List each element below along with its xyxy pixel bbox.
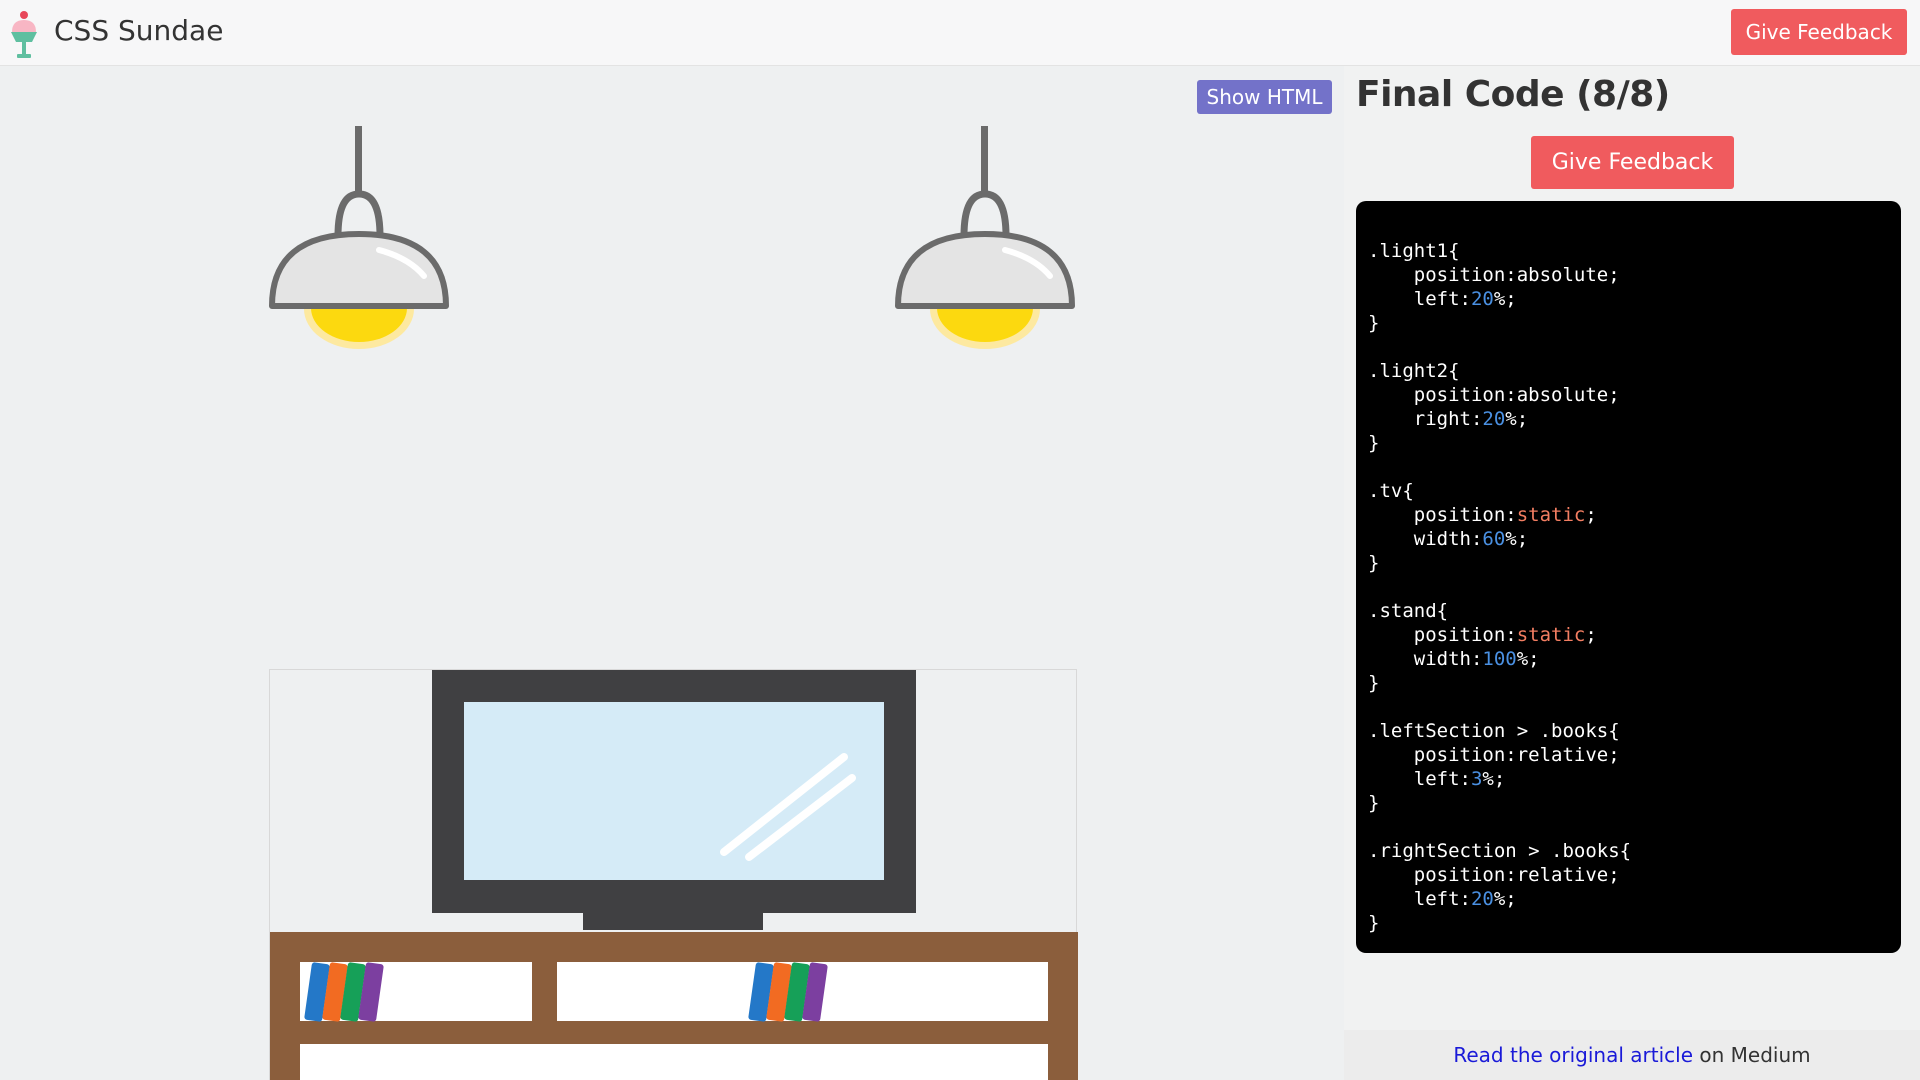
code-property-line: position:relative; <box>1368 864 1620 886</box>
pendant-lamp-left <box>269 126 449 356</box>
code-property-line: position:static; <box>1368 624 1597 646</box>
code-block: .light1{ position:absolute; left:20%;} .l… <box>1356 201 1901 953</box>
code-property-line: left:3%; <box>1368 768 1506 790</box>
code-closing-brace: } <box>1368 792 1380 814</box>
app-title: CSS Sundae <box>54 14 224 47</box>
code-property-line: position:absolute; <box>1368 264 1620 286</box>
code-selector-line: .stand{ <box>1368 600 1449 622</box>
panel-give-feedback-button[interactable]: Give Feedback <box>1531 136 1734 189</box>
books-right <box>744 962 834 1022</box>
code-selector-line: .leftSection > .books{ <box>1368 720 1620 742</box>
show-html-button[interactable]: Show HTML <box>1197 80 1332 114</box>
footer: Read the original article on Medium <box>1344 1030 1920 1080</box>
panel-title: Final Code (8/8) <box>1356 74 1670 115</box>
code-closing-brace: } <box>1368 432 1380 454</box>
code-property-line: left:20%; <box>1368 888 1517 910</box>
tv <box>432 670 916 913</box>
original-article-link[interactable]: Read the original article <box>1453 1043 1693 1067</box>
code-property-line: right:20%; <box>1368 408 1529 430</box>
code-property-line: position:absolute; <box>1368 384 1620 406</box>
code-property-line: width:100%; <box>1368 648 1540 670</box>
code-property-line: left:20%; <box>1368 288 1517 310</box>
tv-base <box>583 913 763 930</box>
scene-canvas: Show HTML <box>0 66 1344 1080</box>
code-property-line: position:static; <box>1368 504 1597 526</box>
footer-suffix: on Medium <box>1693 1043 1811 1067</box>
code-panel: Final Code (8/8) Give Feedback .light1{ … <box>1344 66 1920 1080</box>
code-selector-line: .tv{ <box>1368 480 1414 502</box>
code-closing-brace: } <box>1368 552 1380 574</box>
code-closing-brace: } <box>1368 912 1380 934</box>
books-left <box>300 962 390 1022</box>
code-property-line: position:relative; <box>1368 744 1620 766</box>
code-selector-line: .light2{ <box>1368 360 1460 382</box>
pendant-lamp-right <box>895 126 1075 356</box>
code-property-line: width:60%; <box>1368 528 1529 550</box>
tv-room-container <box>269 669 1078 1080</box>
bottom-shelf <box>300 1044 1048 1080</box>
code-closing-brace: } <box>1368 672 1380 694</box>
tv-screen <box>464 702 884 880</box>
top-header: CSS Sundae Give Feedback <box>0 0 1920 66</box>
tv-stand <box>270 932 1078 1080</box>
header-give-feedback-button[interactable]: Give Feedback <box>1731 9 1907 55</box>
code-closing-brace: } <box>1368 312 1380 334</box>
sundae-logo-icon <box>8 10 40 60</box>
code-selector-line: .light1{ <box>1368 240 1460 262</box>
code-selector-line: .rightSection > .books{ <box>1368 840 1632 862</box>
